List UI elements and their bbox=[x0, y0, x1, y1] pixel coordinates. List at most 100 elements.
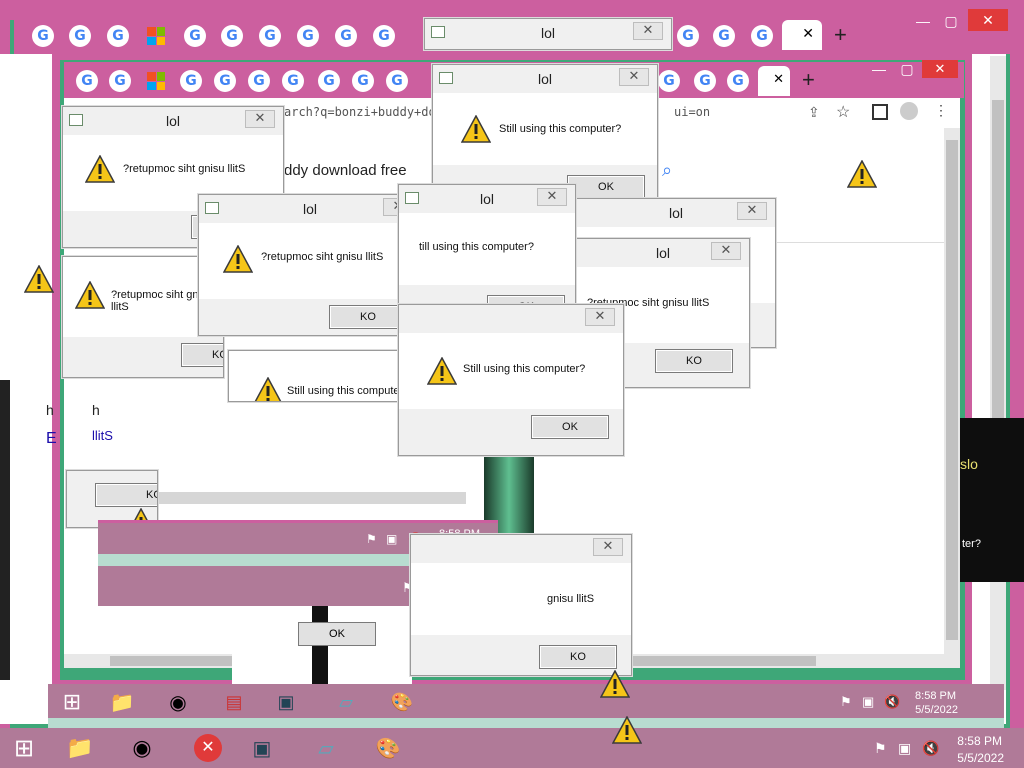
google-icon[interactable]: G bbox=[76, 70, 98, 92]
warning-icon bbox=[461, 115, 491, 143]
google-icon[interactable]: G bbox=[69, 25, 91, 47]
maximize-button[interactable]: ▢ bbox=[894, 56, 920, 82]
close-icon[interactable]: ✕ bbox=[245, 110, 275, 128]
ok-button[interactable]: OK bbox=[567, 175, 645, 199]
right-side-text-2: ter? bbox=[962, 538, 981, 550]
start-icon[interactable]: ⊞ bbox=[4, 731, 44, 765]
left-strip-dark bbox=[0, 380, 10, 680]
address-text-tail: ui=on bbox=[674, 105, 711, 119]
network-icon[interactable]: ▣ bbox=[386, 532, 397, 546]
google-icon[interactable]: G bbox=[677, 25, 699, 47]
toolbox-icon[interactable]: ▤ bbox=[214, 685, 254, 719]
window-icon[interactable]: ▣ bbox=[266, 685, 306, 719]
ok-button[interactable]: KO bbox=[539, 645, 617, 669]
flag-icon[interactable]: ⚑ bbox=[366, 532, 377, 546]
close-icon[interactable]: ✕ bbox=[537, 188, 567, 206]
close-icon[interactable]: ✕ bbox=[773, 71, 784, 87]
close-icon[interactable]: ✕ bbox=[593, 538, 623, 556]
ok-button[interactable]: KO bbox=[655, 349, 733, 373]
lol-dialog-reversed-c: lol✕ ?retupmoc siht gnisu llitS KO bbox=[198, 194, 422, 336]
close-icon[interactable]: ✕ bbox=[802, 25, 814, 42]
warning-icon bbox=[612, 716, 642, 744]
close-icon[interactable]: ✕ bbox=[737, 202, 767, 220]
google-icon[interactable]: G bbox=[214, 70, 236, 92]
warning-icon bbox=[600, 670, 630, 698]
google-icon[interactable]: G bbox=[107, 25, 129, 47]
volume-mute-icon[interactable]: 🔇 bbox=[922, 740, 939, 757]
paint-icon[interactable]: 🎨 bbox=[382, 685, 422, 719]
front-scrollbar-thumb[interactable] bbox=[946, 140, 958, 640]
google-icon[interactable]: G bbox=[248, 70, 270, 92]
google-icon[interactable]: G bbox=[713, 25, 735, 47]
dialog-message: ?retupmoc siht gnisu llitS bbox=[123, 163, 246, 175]
notebook-icon[interactable]: ▱ bbox=[326, 685, 366, 719]
ok-button[interactable]: KO bbox=[181, 343, 223, 367]
dialog-message: Still using this computer? bbox=[463, 363, 586, 375]
maximize-button[interactable]: ▢ bbox=[938, 8, 964, 34]
minimize-button[interactable]: — bbox=[866, 56, 892, 82]
clock-time: 8:58 PM bbox=[957, 734, 1002, 748]
google-icon[interactable]: G bbox=[282, 70, 304, 92]
active-tab[interactable]: ✕ bbox=[782, 20, 822, 50]
search-query-text: ddy download free bbox=[284, 162, 407, 179]
minimize-button[interactable]: — bbox=[910, 8, 936, 34]
ok-button[interactable]: KO bbox=[95, 483, 157, 507]
warning-icon bbox=[223, 245, 253, 273]
chrome-icon[interactable]: ◉ bbox=[158, 685, 198, 719]
google-icon[interactable]: G bbox=[318, 70, 340, 92]
search-icon[interactable]: ⌕ bbox=[662, 160, 672, 181]
sidebar-icon[interactable] bbox=[872, 104, 888, 120]
error-icon[interactable]: ✕ bbox=[188, 731, 228, 765]
window-icon[interactable]: ▣ bbox=[242, 731, 282, 765]
google-icon[interactable]: G bbox=[373, 25, 395, 47]
google-icon[interactable]: G bbox=[109, 70, 131, 92]
file-explorer-icon[interactable]: 📁 bbox=[60, 731, 100, 765]
google-icon[interactable]: G bbox=[727, 70, 749, 92]
new-tab-button[interactable]: + bbox=[802, 67, 815, 93]
dialog-message: gnisu llitS bbox=[547, 593, 595, 605]
clock-date: 5/5/2022 bbox=[957, 751, 1004, 765]
start-icon[interactable]: ⊞ bbox=[52, 685, 92, 719]
google-icon[interactable]: G bbox=[259, 25, 281, 47]
google-icon[interactable]: G bbox=[221, 25, 243, 47]
close-icon[interactable]: ✕ bbox=[585, 308, 615, 326]
close-icon[interactable]: ✕ bbox=[619, 68, 649, 86]
ok-button[interactable]: KO bbox=[329, 305, 407, 329]
google-icon[interactable]: G bbox=[386, 70, 408, 92]
close-button[interactable]: ✕ bbox=[968, 9, 1008, 31]
google-icon[interactable]: G bbox=[352, 70, 374, 92]
ok-button[interactable]: OK bbox=[531, 415, 609, 439]
flag-icon[interactable]: ⚑ bbox=[874, 740, 887, 757]
left-fragment-e: E bbox=[46, 430, 57, 447]
close-button[interactable]: ✕ bbox=[922, 60, 958, 78]
google-icon[interactable]: G bbox=[297, 25, 319, 47]
star-icon[interactable]: ☆ bbox=[836, 102, 850, 122]
close-icon[interactable]: ✕ bbox=[633, 22, 663, 40]
file-explorer-icon[interactable]: 📁 bbox=[102, 685, 142, 719]
glitch-text-h: h bbox=[92, 402, 100, 418]
google-icon[interactable]: G bbox=[751, 25, 773, 47]
close-icon[interactable]: ✕ bbox=[711, 242, 741, 260]
google-icon[interactable]: G bbox=[180, 70, 202, 92]
network-icon[interactable]: ▣ bbox=[862, 694, 874, 710]
microsoft-icon[interactable] bbox=[147, 27, 165, 45]
chrome-icon[interactable]: ◉ bbox=[122, 731, 162, 765]
google-icon[interactable]: G bbox=[335, 25, 357, 47]
google-icon[interactable]: G bbox=[694, 70, 716, 92]
new-tab-button[interactable]: + bbox=[834, 22, 847, 48]
profile-icon[interactable] bbox=[900, 102, 918, 120]
network-icon[interactable]: ▣ bbox=[898, 740, 911, 757]
flag-icon[interactable]: ⚑ bbox=[840, 694, 852, 710]
active-tab[interactable]: ✕ bbox=[758, 66, 790, 96]
google-icon[interactable]: G bbox=[184, 25, 206, 47]
left-fragment-h: h bbox=[46, 402, 54, 418]
notebook-icon[interactable]: ▱ bbox=[306, 731, 346, 765]
microsoft-icon[interactable] bbox=[147, 72, 165, 90]
share-icon[interactable]: ⇪ bbox=[808, 104, 820, 121]
warning-icon bbox=[24, 265, 54, 293]
google-icon[interactable]: G bbox=[32, 25, 54, 47]
ok-button[interactable]: OK bbox=[298, 622, 376, 646]
menu-icon[interactable]: ⋮ bbox=[934, 102, 948, 119]
google-icon[interactable]: G bbox=[658, 70, 680, 92]
paint-icon[interactable]: 🎨 bbox=[368, 731, 408, 765]
